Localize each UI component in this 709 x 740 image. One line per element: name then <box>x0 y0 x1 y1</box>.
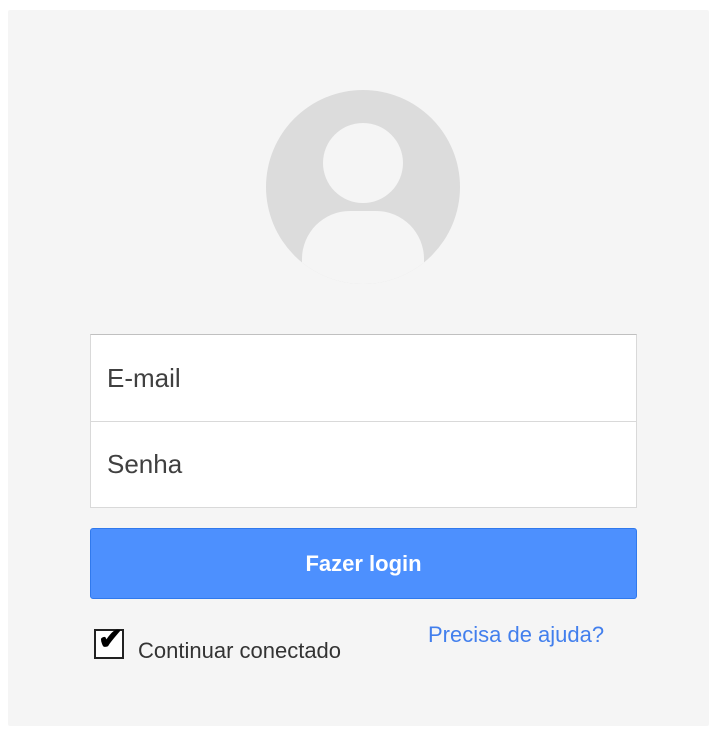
email-input[interactable] <box>91 335 636 421</box>
password-input[interactable] <box>91 421 636 507</box>
login-card: Fazer login ✔ Continuar conectado Precis… <box>8 10 709 726</box>
remember-me-option[interactable]: ✔ Continuar conectado <box>94 624 341 664</box>
avatar-head-shape <box>323 123 403 203</box>
remember-me-label: Continuar conectado <box>138 638 342 663</box>
help-link[interactable]: Precisa de ajuda? <box>428 622 604 648</box>
avatar-placeholder-icon <box>266 90 460 284</box>
checkmark-icon: ✔ <box>98 623 124 656</box>
avatar-body-shape <box>302 211 424 284</box>
credentials-fields <box>90 334 637 508</box>
remember-me-checkbox[interactable]: ✔ <box>94 625 124 659</box>
login-button[interactable]: Fazer login <box>90 528 637 599</box>
